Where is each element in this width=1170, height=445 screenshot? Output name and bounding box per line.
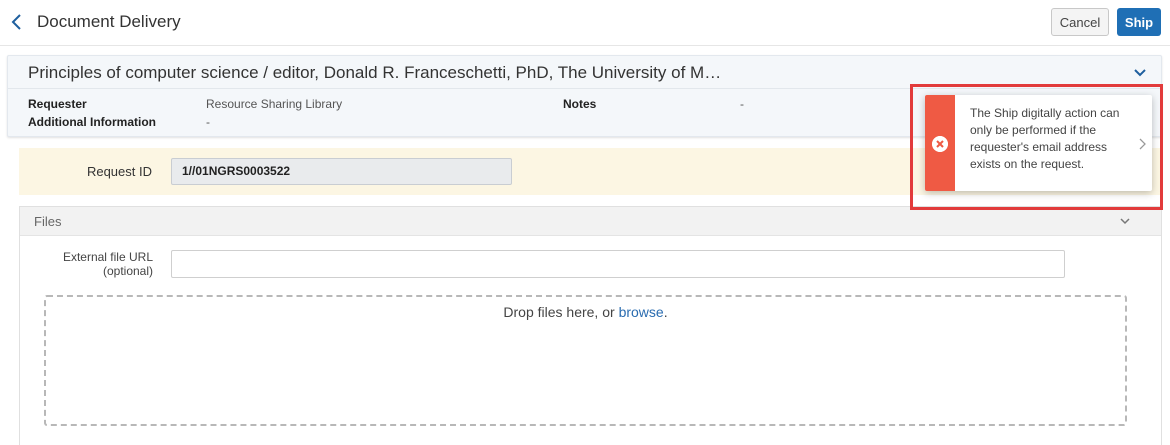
browse-link[interactable]: browse xyxy=(619,304,664,320)
chevron-right-icon[interactable] xyxy=(1138,138,1146,150)
request-id-field: 1//01NGRS0003522 xyxy=(171,158,512,185)
error-circle-icon xyxy=(932,136,948,152)
page-header: Document Delivery Cancel Ship xyxy=(0,0,1170,46)
record-title: Principles of computer science / editor,… xyxy=(28,63,722,82)
notes-label: Notes xyxy=(563,97,597,111)
request-id-label: Request ID xyxy=(86,164,152,179)
drop-prompt: Drop files here, or xyxy=(503,304,619,320)
additional-info-label: Additional Information xyxy=(28,115,156,129)
dropzone-text: Drop files here, or browse. xyxy=(46,304,1125,320)
external-file-url-label-line1: External file URL xyxy=(62,250,153,264)
chevron-down-icon[interactable] xyxy=(1120,217,1130,225)
file-dropzone[interactable]: Drop files here, or browse. xyxy=(44,295,1127,426)
external-file-url-label-line2: (optional) xyxy=(102,264,153,278)
external-file-url-input[interactable] xyxy=(171,250,1065,278)
files-section: Files External file URL (optional) Drop … xyxy=(19,206,1162,445)
error-toast[interactable]: The Ship digitally action can only be pe… xyxy=(925,95,1152,191)
notes-value: - xyxy=(740,97,744,111)
external-file-url-label: External file URL (optional) xyxy=(20,250,153,278)
files-section-title: Files xyxy=(34,214,62,229)
toast-message: The Ship digitally action can only be pe… xyxy=(970,106,1120,171)
chevron-down-icon[interactable] xyxy=(1133,67,1147,79)
additional-info-value: - xyxy=(206,115,210,129)
back-arrow-icon[interactable] xyxy=(9,12,25,32)
page-title: Document Delivery xyxy=(37,12,181,31)
requester-label: Requester xyxy=(28,97,87,111)
cancel-button[interactable]: Cancel xyxy=(1051,8,1109,36)
toast-error-strip xyxy=(925,95,955,191)
drop-prompt-end: . xyxy=(663,304,668,320)
ship-button[interactable]: Ship xyxy=(1117,8,1161,36)
requester-value: Resource Sharing Library xyxy=(206,97,343,111)
files-section-header[interactable]: Files xyxy=(20,207,1161,236)
